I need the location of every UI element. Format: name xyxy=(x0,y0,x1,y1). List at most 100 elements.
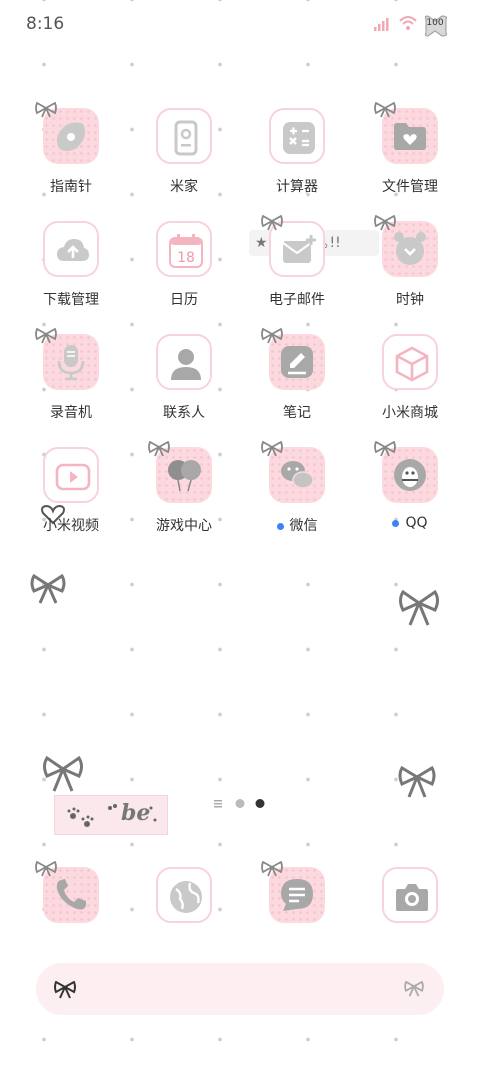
app-camera[interactable] xyxy=(360,867,460,965)
camera-app-icon[interactable] xyxy=(382,867,438,923)
new-badge-dot xyxy=(392,519,400,527)
cloud-upload-icon xyxy=(57,239,89,261)
signal-icon xyxy=(374,18,389,31)
sticker-box-text: be xyxy=(121,800,151,826)
app-mi-video[interactable]: 小米视频 xyxy=(21,447,121,545)
globe-icon xyxy=(170,881,202,913)
app-wechat[interactable]: 微信 xyxy=(247,441,347,545)
mi-video-app-icon[interactable] xyxy=(43,447,99,503)
message-icon xyxy=(281,879,313,911)
bow-left-icon xyxy=(54,981,76,999)
calculator-app-icon[interactable] xyxy=(269,108,325,164)
app-label-text: 日历 xyxy=(170,292,198,308)
search-bar[interactable] xyxy=(36,963,444,1015)
app-calendar[interactable]: 18 日历 xyxy=(134,221,234,319)
app-messages[interactable] xyxy=(247,861,347,965)
phone-icon xyxy=(56,879,86,910)
mi-home-icon xyxy=(174,120,198,156)
wifi-icon xyxy=(399,16,417,30)
calculator-icon xyxy=(283,122,315,154)
app-label-text: 指南针 xyxy=(50,179,92,195)
app-label-text: 电子邮件 xyxy=(269,292,325,308)
app-browser[interactable] xyxy=(134,867,234,965)
compass-icon xyxy=(57,122,85,151)
bow-decoration-icon xyxy=(43,755,83,792)
app-label-qq: QQ xyxy=(360,515,460,531)
bow-decoration-icon xyxy=(399,589,439,626)
app-label-text: 联系人 xyxy=(163,405,205,421)
contacts-app-icon[interactable] xyxy=(156,334,212,390)
app-label-text: QQ xyxy=(405,515,428,531)
app-label-downloads: 下载管理 xyxy=(21,289,121,309)
bow-right-icon xyxy=(404,981,424,997)
app-label-text: 下载管理 xyxy=(43,292,99,308)
app-label-text: 小米商城 xyxy=(382,405,438,421)
app-clock[interactable]: 时钟 xyxy=(360,215,460,319)
bow-decoration-icon xyxy=(35,861,57,877)
app-compass[interactable]: 指南针 xyxy=(21,102,121,206)
app-label-recorder: 录音机 xyxy=(21,402,121,422)
bow-decoration-icon xyxy=(261,215,283,231)
video-play-icon xyxy=(55,463,91,491)
app-mi-home[interactable]: 米家 xyxy=(134,108,234,206)
svg-text:18: 18 xyxy=(177,250,195,266)
app-downloads[interactable]: 下载管理 xyxy=(21,221,121,319)
status-time: 8:16 xyxy=(26,14,65,34)
app-label-text: 计算器 xyxy=(276,179,318,195)
bow-decoration-icon xyxy=(374,441,396,457)
app-game-center[interactable]: 游戏中心 xyxy=(134,441,234,545)
app-label-notes: 笔记 xyxy=(247,402,347,422)
status-bar: 8:16 100 xyxy=(0,0,480,50)
app-label-mi-home: 米家 xyxy=(134,176,234,196)
bow-decoration-icon xyxy=(261,441,283,457)
calendar-app-icon[interactable]: 18 xyxy=(156,221,212,277)
app-qq[interactable]: QQ xyxy=(360,441,460,545)
app-label-file-manager: 文件管理 xyxy=(360,176,460,196)
app-label-text: 录音机 xyxy=(50,405,92,421)
mail-icon xyxy=(282,235,316,263)
mi-store-app-icon[interactable] xyxy=(382,334,438,390)
app-mi-store[interactable]: 小米商城 xyxy=(360,334,460,432)
bow-decoration-icon xyxy=(261,328,283,344)
app-label-text: 笔记 xyxy=(283,405,311,421)
browser-app-icon[interactable] xyxy=(156,867,212,923)
app-label-mi-store: 小米商城 xyxy=(360,402,460,422)
battery-level: 100 xyxy=(426,18,444,28)
app-phone[interactable] xyxy=(21,861,121,965)
bow-decoration-icon xyxy=(398,765,436,798)
wechat-icon xyxy=(281,461,314,489)
bow-decoration-icon xyxy=(35,102,57,118)
cube-icon xyxy=(395,346,429,382)
app-label-text: 时钟 xyxy=(396,292,424,308)
app-label-text: 微信 xyxy=(289,518,318,534)
app-label-contacts: 联系人 xyxy=(134,402,234,422)
battery-icon: 100 xyxy=(422,15,452,37)
mi-home-app-icon[interactable] xyxy=(156,108,212,164)
app-email[interactable]: 电子邮件 xyxy=(247,215,347,319)
app-recorder[interactable]: 录音机 xyxy=(21,328,121,432)
page-indicator[interactable] xyxy=(214,796,274,810)
downloads-app-icon[interactable] xyxy=(43,221,99,277)
app-label-calendar: 日历 xyxy=(134,289,234,309)
microphone-icon xyxy=(57,345,85,380)
app-label-wechat: 微信 xyxy=(247,515,347,535)
bow-decoration-icon xyxy=(148,441,170,457)
paw-sticker-widget: be xyxy=(54,795,168,835)
app-label-text: 文件管理 xyxy=(382,179,438,195)
app-file-manager[interactable]: 文件管理 xyxy=(360,102,460,206)
app-label-text: 米家 xyxy=(170,179,198,195)
bow-decoration-icon xyxy=(30,573,66,604)
bow-decoration-icon xyxy=(35,328,57,344)
person-icon xyxy=(171,349,201,380)
app-label-email: 电子邮件 xyxy=(247,289,347,309)
app-notes[interactable]: 笔记 xyxy=(247,328,347,432)
bow-decoration-icon xyxy=(374,215,396,231)
app-label-text: 游戏中心 xyxy=(156,518,212,534)
app-calculator[interactable]: 计算器 xyxy=(247,108,347,206)
folder-icon xyxy=(394,123,426,150)
app-label-mi-video: 小米视频 xyxy=(21,515,121,535)
camera-icon xyxy=(396,884,428,911)
app-label-calculator: 计算器 xyxy=(247,176,347,196)
app-contacts[interactable]: 联系人 xyxy=(134,334,234,432)
calendar-icon: 18 xyxy=(169,234,203,268)
